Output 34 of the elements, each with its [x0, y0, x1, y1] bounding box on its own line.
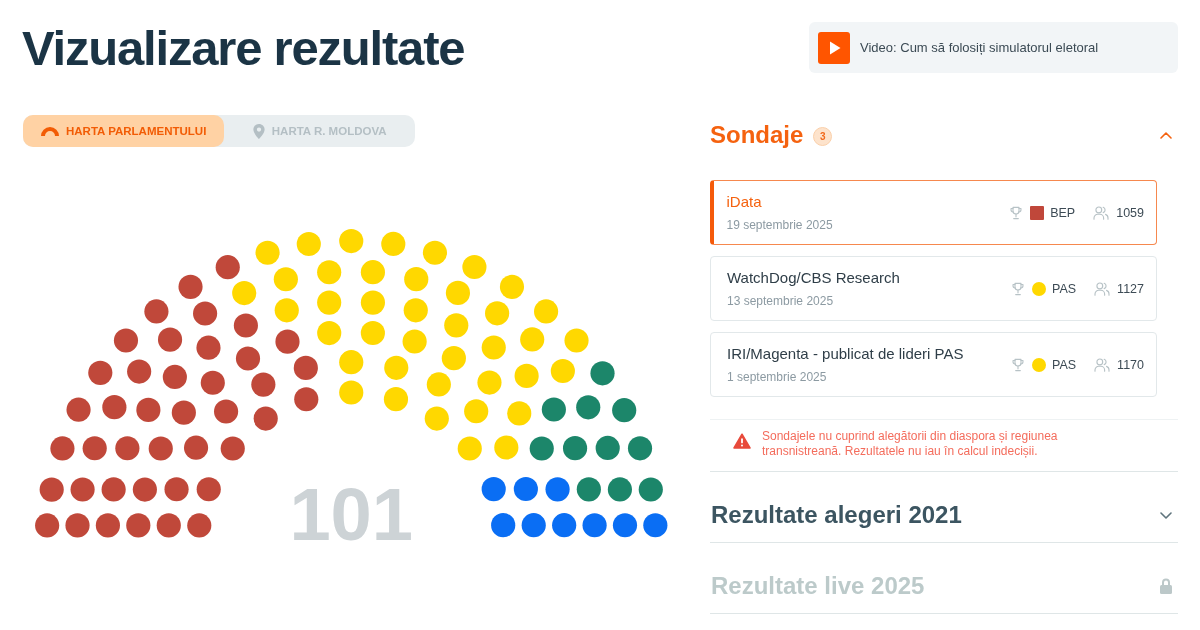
poll-card[interactable]: iData 19 septembrie 2025 BEP 1059 — [710, 180, 1157, 245]
poll-name: IRI/Magenta - publicat de lideri PAS — [727, 343, 964, 364]
video-button[interactable]: Video: Cum să folosiți simulatorul eletoral — [809, 22, 1178, 73]
section-title: Rezultate live 2025 — [711, 572, 925, 600]
poll-name: iData — [726, 191, 763, 212]
poll-date: 19 septembrie 2025 — [726, 216, 833, 234]
play-icon — [818, 31, 850, 64]
arch-icon — [41, 126, 59, 136]
section-title: Rezultate alegeri 2021 — [711, 501, 962, 529]
poll-date: 1 septembrie 2025 — [727, 368, 828, 386]
people-icon — [1094, 357, 1111, 372]
sample-size: 1059 — [1116, 205, 1144, 220]
trophy-icon — [1010, 205, 1023, 220]
poll-name: WatchDog/CBS Research — [727, 267, 900, 288]
poll-card[interactable]: WatchDog/CBS Research 13 septembrie 2025 PAS 1127 — [710, 256, 1157, 321]
poll-disclaimer: Sondajele nu cuprind alegătorii din diaspora și regiunea transnistreană. Rezultatele nu iau în calcul indecișii. — [762, 429, 1059, 459]
people-icon — [1094, 281, 1111, 296]
warning-icon — [733, 433, 751, 449]
poll-count-badge: 3 — [813, 127, 833, 146]
party-label: BEP — [1050, 205, 1076, 220]
trophy-icon — [1012, 281, 1024, 296]
pin-icon — [252, 123, 265, 139]
poll-date: 13 septembrie 2025 — [727, 292, 835, 310]
trophy-icon — [1012, 357, 1024, 372]
party-label: PAS — [1052, 281, 1077, 296]
sample-size: 1170 — [1117, 357, 1144, 372]
page-title: Vizualizare rezultate — [22, 22, 465, 74]
chevron-down-icon[interactable] — [1160, 511, 1172, 519]
section-title: Sondaje — [710, 121, 804, 149]
sample-size: 1127 — [1117, 281, 1144, 296]
chevron-up-icon[interactable] — [1160, 131, 1172, 139]
people-icon — [1093, 205, 1110, 220]
party-label: PAS — [1052, 357, 1077, 372]
poll-card[interactable]: IRI/Magenta - publicat de lideri PAS 1 septembrie 2025 PAS 1170 — [710, 332, 1157, 397]
